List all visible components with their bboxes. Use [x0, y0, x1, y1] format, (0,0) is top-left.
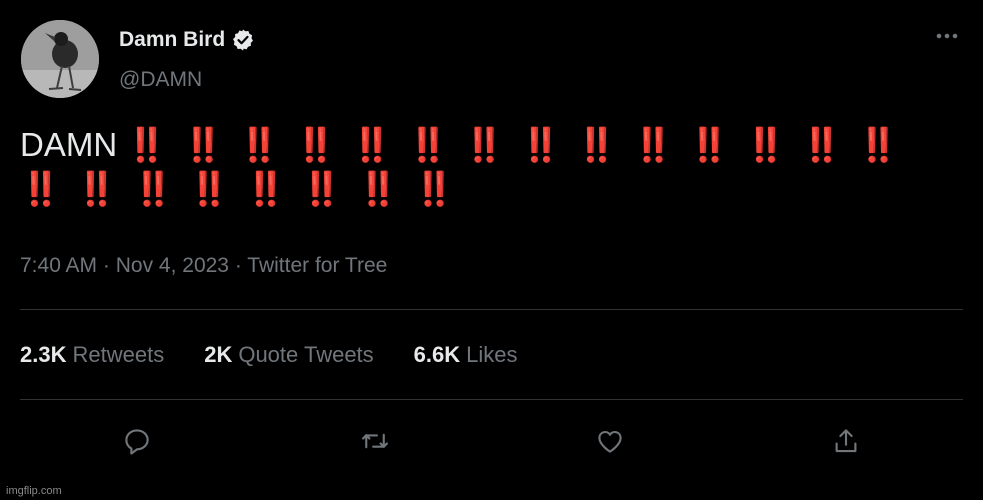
author-display-name[interactable]: Damn Bird	[119, 28, 225, 52]
quote-tweets-label: Quote Tweets	[238, 342, 374, 367]
likes-count: 6.6K	[413, 342, 461, 367]
share-icon[interactable]	[828, 423, 864, 459]
verified-badge-icon	[231, 28, 255, 52]
quote-tweets-stat[interactable]: 2K Quote Tweets	[204, 342, 373, 368]
reply-icon[interactable]	[119, 423, 155, 459]
divider	[20, 309, 963, 310]
heart-icon[interactable]	[592, 423, 628, 459]
quote-tweets-count: 2K	[204, 342, 233, 367]
bird-avatar-image	[21, 20, 99, 98]
tweet-emphasis-marks: ‼️ ‼️ ‼️ ‼️ ‼️ ‼️ ‼️ ‼️ ‼️ ‼️ ‼️ ‼️ ‼️ ‼…	[20, 126, 900, 207]
more-horizontal-icon[interactable]	[933, 26, 961, 46]
retweets-label: Retweets	[72, 342, 165, 367]
tweet-source[interactable]: Twitter for Tree	[247, 254, 387, 277]
tweet-stats: 2.3K Retweets 2K Quote Tweets 6.6K Likes	[20, 342, 518, 368]
tweet-date[interactable]: Nov 4, 2023	[116, 254, 229, 277]
avatar[interactable]	[21, 20, 99, 98]
retweets-stat[interactable]: 2.3K Retweets	[20, 342, 164, 368]
tweet-text: DAMN ‼️ ‼️ ‼️ ‼️ ‼️ ‼️ ‼️ ‼️ ‼️ ‼️ ‼️ ‼️…	[20, 123, 950, 211]
tweet-metadata: 7:40 AM · Nov 4, 2023 · Twitter for Tree	[20, 254, 387, 278]
retweets-count: 2.3K	[20, 342, 67, 367]
meta-separator: ·	[97, 254, 116, 277]
author-handle[interactable]: @DAMN	[119, 68, 202, 92]
divider	[20, 399, 963, 400]
tweet-actions	[0, 423, 983, 459]
retweet-icon[interactable]	[357, 423, 393, 459]
tweet-time[interactable]: 7:40 AM	[20, 254, 97, 277]
imgflip-watermark: imgflip.com	[6, 485, 62, 497]
meta-separator: ·	[228, 254, 248, 277]
likes-label: Likes	[466, 342, 518, 367]
author-name-row: Damn Bird	[119, 28, 255, 52]
likes-stat[interactable]: 6.6K Likes	[414, 342, 518, 368]
tweet-word: DAMN	[20, 126, 118, 163]
